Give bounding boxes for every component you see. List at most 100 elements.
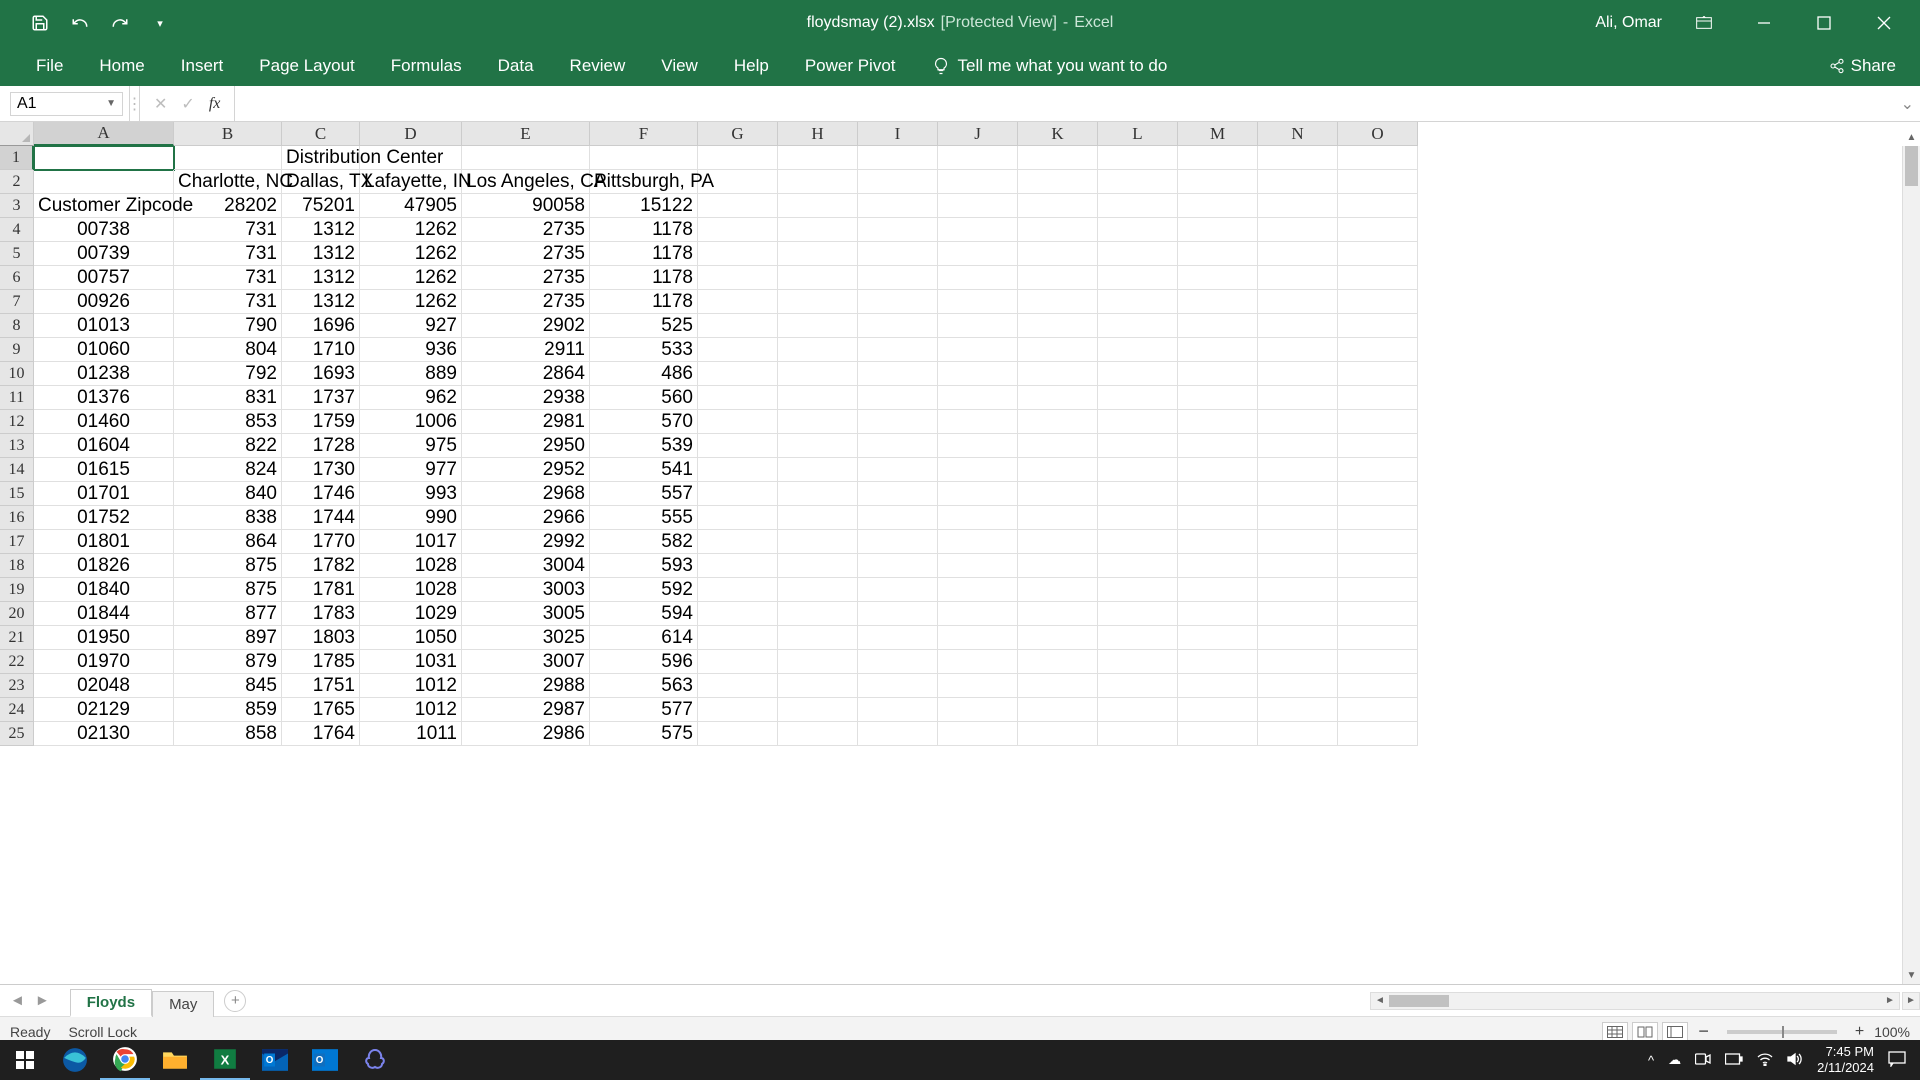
column-header-L[interactable]: L: [1098, 122, 1178, 146]
cell-O12[interactable]: [1338, 410, 1418, 434]
cell-D11[interactable]: 962: [360, 386, 462, 410]
zoom-in-icon[interactable]: +: [1855, 1023, 1864, 1041]
cell-D12[interactable]: 1006: [360, 410, 462, 434]
cell-G2[interactable]: [698, 170, 778, 194]
cell-H20[interactable]: [778, 602, 858, 626]
notifications-icon[interactable]: [1888, 1051, 1906, 1070]
cell-M25[interactable]: [1178, 722, 1258, 746]
tab-power-pivot[interactable]: Power Pivot: [787, 48, 914, 86]
cell-O25[interactable]: [1338, 722, 1418, 746]
cell-O6[interactable]: [1338, 266, 1418, 290]
cell-O18[interactable]: [1338, 554, 1418, 578]
scroll-up-icon[interactable]: ▲: [1903, 128, 1920, 146]
cell-E11[interactable]: 2938: [462, 386, 590, 410]
cell-B16[interactable]: 838: [174, 506, 282, 530]
cell-I22[interactable]: [858, 650, 938, 674]
cell-L12[interactable]: [1098, 410, 1178, 434]
sheet-nav-next-icon[interactable]: ►: [35, 992, 50, 1009]
row-header[interactable]: 13: [0, 434, 34, 458]
cell-B7[interactable]: 731: [174, 290, 282, 314]
cell-K16[interactable]: [1018, 506, 1098, 530]
cell-A25[interactable]: 02130: [34, 722, 174, 746]
cell-M9[interactable]: [1178, 338, 1258, 362]
cell-D15[interactable]: 993: [360, 482, 462, 506]
cell-F14[interactable]: 541: [590, 458, 698, 482]
cell-F4[interactable]: 1178: [590, 218, 698, 242]
chrome-icon[interactable]: [100, 1040, 150, 1080]
cell-G4[interactable]: [698, 218, 778, 242]
cell-A24[interactable]: 02129: [34, 698, 174, 722]
cell-K22[interactable]: [1018, 650, 1098, 674]
cell-D3[interactable]: 47905: [360, 194, 462, 218]
cell-J20[interactable]: [938, 602, 1018, 626]
cell-I1[interactable]: [858, 146, 938, 170]
cell-H25[interactable]: [778, 722, 858, 746]
cell-N15[interactable]: [1258, 482, 1338, 506]
cell-A1[interactable]: [34, 146, 174, 170]
cell-I4[interactable]: [858, 218, 938, 242]
cell-H10[interactable]: [778, 362, 858, 386]
cell-B8[interactable]: 790: [174, 314, 282, 338]
cell-B10[interactable]: 792: [174, 362, 282, 386]
cell-H11[interactable]: [778, 386, 858, 410]
cell-I25[interactable]: [858, 722, 938, 746]
cell-B18[interactable]: 875: [174, 554, 282, 578]
cell-H12[interactable]: [778, 410, 858, 434]
cell-K12[interactable]: [1018, 410, 1098, 434]
row-header[interactable]: 10: [0, 362, 34, 386]
cell-L10[interactable]: [1098, 362, 1178, 386]
cell-F15[interactable]: 557: [590, 482, 698, 506]
cell-I12[interactable]: [858, 410, 938, 434]
cell-O3[interactable]: [1338, 194, 1418, 218]
cell-F24[interactable]: 577: [590, 698, 698, 722]
tab-data[interactable]: Data: [480, 48, 552, 86]
column-header-G[interactable]: G: [698, 122, 778, 146]
cell-I13[interactable]: [858, 434, 938, 458]
cell-I20[interactable]: [858, 602, 938, 626]
cell-E4[interactable]: 2735: [462, 218, 590, 242]
cell-A4[interactable]: 00738: [34, 218, 174, 242]
enter-formula-icon[interactable]: ✓: [181, 94, 194, 114]
cell-D13[interactable]: 975: [360, 434, 462, 458]
horizontal-scrollbar[interactable]: ◄ ►: [1370, 992, 1900, 1010]
row-header[interactable]: 1: [0, 146, 34, 170]
cell-G15[interactable]: [698, 482, 778, 506]
cell-N24[interactable]: [1258, 698, 1338, 722]
cell-D5[interactable]: 1262: [360, 242, 462, 266]
tab-help[interactable]: Help: [716, 48, 787, 86]
row-header[interactable]: 14: [0, 458, 34, 482]
cell-H4[interactable]: [778, 218, 858, 242]
cell-A12[interactable]: 01460: [34, 410, 174, 434]
cell-A17[interactable]: 01801: [34, 530, 174, 554]
cell-F20[interactable]: 594: [590, 602, 698, 626]
row-header[interactable]: 25: [0, 722, 34, 746]
sheet-nav-prev-icon[interactable]: ◄: [10, 992, 25, 1009]
expand-formula-bar-icon[interactable]: ⌄: [1901, 94, 1914, 114]
cell-G10[interactable]: [698, 362, 778, 386]
cell-E17[interactable]: 2992: [462, 530, 590, 554]
cell-J5[interactable]: [938, 242, 1018, 266]
cell-G25[interactable]: [698, 722, 778, 746]
restore-icon[interactable]: [1806, 5, 1842, 41]
cell-K14[interactable]: [1018, 458, 1098, 482]
cell-C12[interactable]: 1759: [282, 410, 360, 434]
cell-A9[interactable]: 01060: [34, 338, 174, 362]
cell-F13[interactable]: 539: [590, 434, 698, 458]
cell-C16[interactable]: 1744: [282, 506, 360, 530]
cell-E5[interactable]: 2735: [462, 242, 590, 266]
cell-N10[interactable]: [1258, 362, 1338, 386]
vscroll-thumb[interactable]: [1905, 146, 1918, 186]
cell-A18[interactable]: 01826: [34, 554, 174, 578]
cell-B1[interactable]: [174, 146, 282, 170]
cell-L21[interactable]: [1098, 626, 1178, 650]
cell-L5[interactable]: [1098, 242, 1178, 266]
cell-A5[interactable]: 00739: [34, 242, 174, 266]
cell-G5[interactable]: [698, 242, 778, 266]
cell-G14[interactable]: [698, 458, 778, 482]
cell-A23[interactable]: 02048: [34, 674, 174, 698]
cell-C19[interactable]: 1781: [282, 578, 360, 602]
cell-M3[interactable]: [1178, 194, 1258, 218]
cell-H23[interactable]: [778, 674, 858, 698]
row-header[interactable]: 21: [0, 626, 34, 650]
file-explorer-icon[interactable]: [150, 1040, 200, 1080]
